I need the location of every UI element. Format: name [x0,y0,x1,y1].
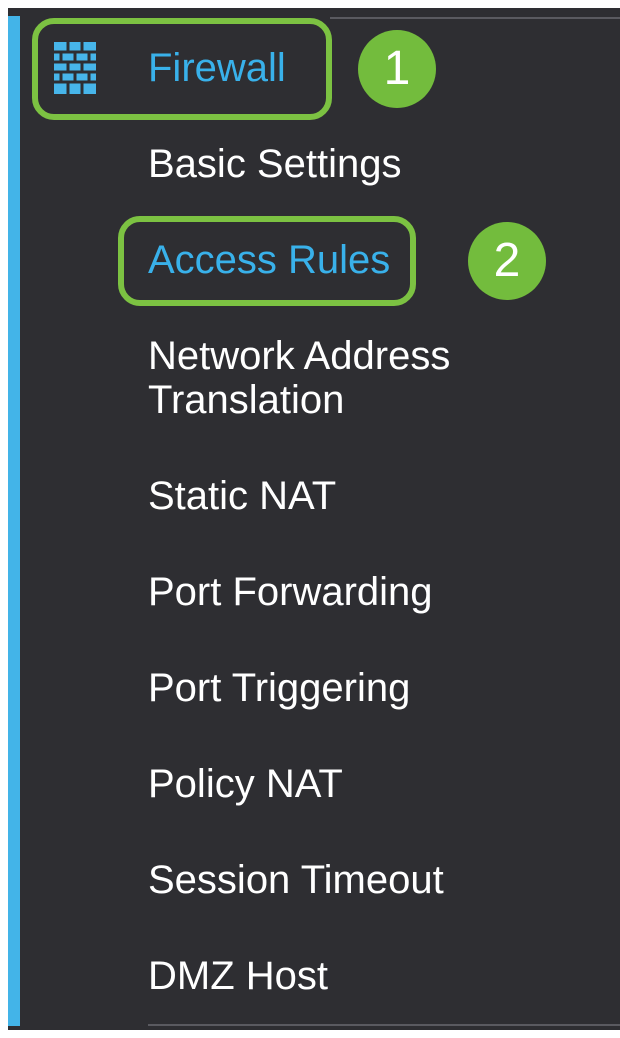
firewall-icon [54,42,96,94]
sidebar-item-access-rules[interactable]: Access Rules [148,238,390,282]
sidebar-item-policy-nat[interactable]: Policy NAT [148,762,343,806]
top-divider [330,17,620,19]
firewall-icon-svg [54,42,96,94]
sidebar-item-session-timeout[interactable]: Session Timeout [148,858,444,902]
sidebar-accent-bar [8,16,20,1026]
screenshot-frame: Firewall 1 Basic Settings Access Rules 2… [0,0,620,1038]
sidebar-item-network-address-line-1[interactable]: Network Address [148,334,450,378]
sidebar-item-basic-settings[interactable]: Basic Settings [148,142,401,186]
sidebar-section-firewall[interactable]: Firewall [148,44,286,92]
sidebar-item-port-forwarding[interactable]: Port Forwarding [148,570,433,614]
sidebar-item-port-triggering[interactable]: Port Triggering [148,666,410,710]
sidebar-item-network-address-line-2[interactable]: Translation [148,378,344,422]
bottom-divider [148,1024,620,1026]
callout-number-1: 1 [358,30,436,108]
callout-number-2: 2 [468,222,546,300]
sidebar-item-dmz-host[interactable]: DMZ Host [148,954,328,998]
sidebar-item-static-nat[interactable]: Static NAT [148,474,336,518]
